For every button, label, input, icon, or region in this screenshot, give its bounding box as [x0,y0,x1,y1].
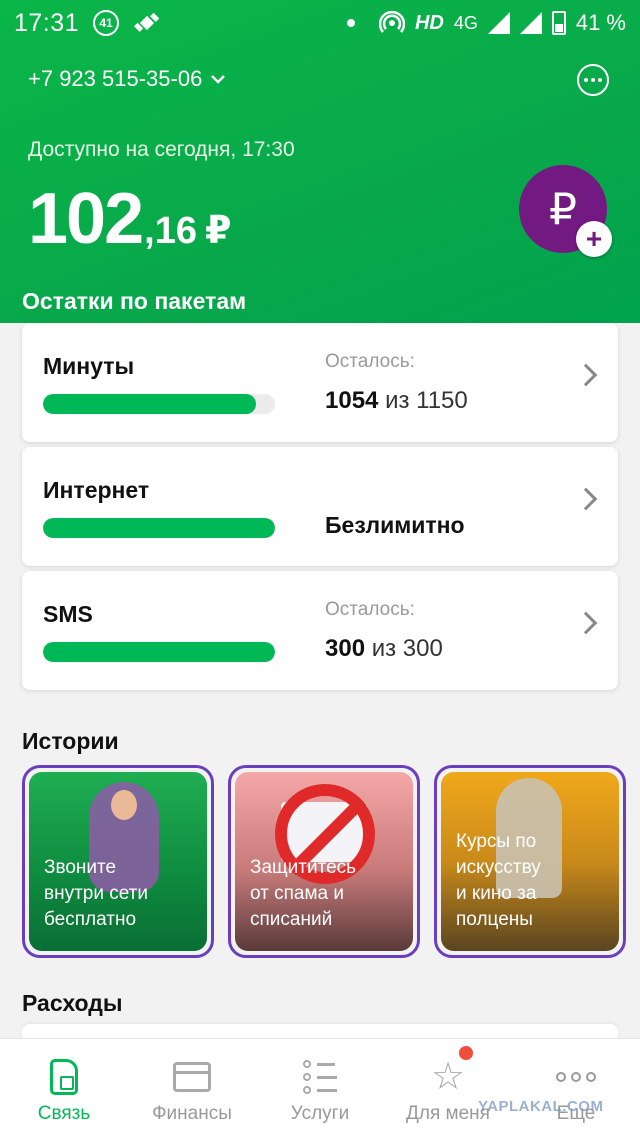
available-label: Доступно на сегодня, 17:30 [28,138,295,161]
list-icon [303,1060,337,1094]
tab-services[interactable]: Услуги [256,1039,384,1138]
package-progress-bar [43,642,275,662]
remaining-used: 300 [325,635,366,662]
packages-title: Остатки по пакетам [22,288,247,314]
stories-title: Истории [22,728,119,754]
remaining-value: 1054 из 1150 [325,387,468,415]
package-progress-bar [43,394,275,414]
story-text: Защититесь от спама и списаний [250,857,357,930]
chat-icon[interactable] [577,64,609,96]
signal-icon-2 [519,12,542,34]
chevron-right-icon [574,363,598,387]
story-text: Курсы по искусству и кино за полцены [456,831,541,930]
unlimited-value: Безлимитно [325,512,465,538]
status-bar: 17:31 41 HD 4G 41 % [0,0,640,46]
remaining-label: Осталось: [325,351,415,372]
phone-number-selector[interactable]: +7 923 515-35-06 [28,66,226,92]
remaining-total: из 300 [371,635,443,662]
notification-badge-icon: 41 [93,10,120,36]
tab-finance[interactable]: Финансы [128,1039,256,1138]
remaining-value: 300 из 300 [325,635,443,663]
balance-fraction: ,16 [144,210,197,252]
plus-icon[interactable]: + [576,221,612,257]
tab-connection[interactable]: Связь [0,1039,128,1138]
tab-more[interactable]: Еще [512,1039,640,1138]
story-card-courses[interactable]: Курсы по искусству и кино за полцены [434,765,626,958]
watermark: YAPLAKAL.COM [478,1098,604,1115]
story-text: Звоните внутри сети бесплатно [44,857,148,930]
satellite-icon [134,12,160,32]
spending-title: Расходы [22,990,123,1016]
card-icon [173,1062,211,1092]
ruble-icon: ₽ [549,184,577,234]
package-card-internet[interactable]: Интернет Безлимитно [22,447,618,566]
battery-percent: 41 % [575,10,626,35]
story-card-free-calls[interactable]: Звоните внутри сети бесплатно [22,765,214,958]
chevron-right-icon [574,487,598,511]
notification-dot [459,1046,473,1060]
balance-integer: 102 [28,179,144,259]
remaining-label: Осталось: [325,599,415,620]
tab-label: Услуги [290,1103,350,1124]
chevron-right-icon [574,611,598,635]
status-time: 17:31 [14,8,80,37]
hd-label: HD [414,11,444,34]
package-progress-bar [43,518,275,538]
signal-icon [487,12,510,34]
package-card-minutes[interactable]: Минуты Осталось: 1054 из 1150 [22,323,618,442]
bottom-tab-bar: Связь Финансы Услуги ☆ Для меня Еще [0,1038,640,1138]
star-icon: ☆ [430,1056,466,1098]
phone-number: +7 923 515-35-06 [28,66,203,91]
chevron-down-icon [211,75,226,84]
package-name: Минуты [43,353,135,379]
dot-icon [346,19,355,27]
package-name: SMS [43,601,93,627]
story-card-spam-protection[interactable]: Защититесь от спама и списаний [228,765,420,958]
battery-icon [551,11,566,35]
hotspot-icon [378,10,405,33]
package-card-sms[interactable]: SMS Осталось: 300 из 300 [22,571,618,690]
tab-for-me[interactable]: ☆ Для меня [384,1039,512,1138]
balance: 102 ,16 ₽ [28,178,231,260]
currency-sign: ₽ [204,210,232,252]
tab-label: Связь [37,1103,91,1124]
sim-icon [50,1059,78,1095]
remaining-total: из 1150 [385,387,468,414]
package-name: Интернет [43,477,150,503]
more-icon [556,1072,596,1082]
network-type-label: 4G [453,12,478,33]
remaining-used: 1054 [325,387,379,414]
tab-label: Финансы [152,1103,232,1124]
